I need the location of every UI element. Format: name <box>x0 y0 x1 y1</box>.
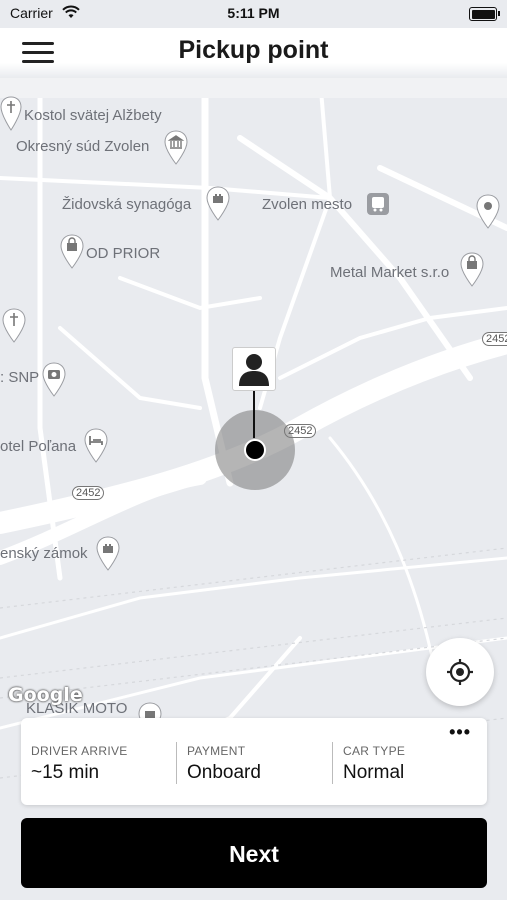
payment-info[interactable]: PAYMENT Onboard <box>187 744 261 784</box>
driver-arrive-caption: DRIVER ARRIVE <box>31 744 128 758</box>
church-pin-icon <box>2 308 26 343</box>
synagogue-pin-icon <box>206 186 230 221</box>
pickup-radius <box>215 410 295 490</box>
battery-icon <box>469 7 500 21</box>
divider <box>332 742 333 784</box>
map-label-polana: otel Poľana <box>0 438 77 455</box>
map-label-zamok: enský zámok <box>0 545 88 562</box>
train-station-icon <box>367 193 389 215</box>
map-label-metal-market: Metal Market s.r.o <box>330 264 450 281</box>
my-location-button[interactable] <box>426 638 494 706</box>
divider <box>176 742 177 784</box>
pickup-marker[interactable] <box>232 347 276 391</box>
car-type-value: Normal <box>343 762 405 783</box>
map-label-zvolen-mesto: Zvolen mesto <box>262 196 353 213</box>
crosshair-icon <box>447 659 473 685</box>
pickup-location-dot <box>244 439 266 461</box>
map-label-kostol: Kostol svätej Alžbety <box>24 107 162 124</box>
google-logo: Google <box>8 684 83 706</box>
map-label-od-prior: OD PRIOR <box>86 245 161 262</box>
shopping-pin-icon <box>60 234 84 269</box>
camera-pin-icon <box>42 362 66 397</box>
sports-pin-icon <box>476 194 500 229</box>
status-bar: Carrier 5:11 PM <box>0 0 507 28</box>
trip-info-card: ••• DRIVER ARRIVE ~15 min PAYMENT Onboar… <box>21 718 487 805</box>
road-shield: 2452 <box>482 332 507 346</box>
driver-arrive-info: DRIVER ARRIVE ~15 min <box>31 744 128 784</box>
map-label-synagoga: Židovská synagóga <box>62 196 192 213</box>
next-button[interactable]: Next <box>21 818 487 888</box>
hotel-pin-icon <box>84 428 108 463</box>
church-pin-icon <box>0 96 22 131</box>
shopping-pin-icon <box>460 252 484 287</box>
page-title: Pickup point <box>178 36 329 64</box>
pickup-marker-stick <box>253 390 255 438</box>
road-shield: 2452 <box>72 486 105 500</box>
person-icon <box>239 354 269 386</box>
courthouse-pin-icon <box>164 130 188 165</box>
more-options-button[interactable]: ••• <box>449 722 471 743</box>
payment-value: Onboard <box>187 762 261 783</box>
castle-pin-icon <box>96 536 120 571</box>
nav-bar: Pickup point <box>0 28 507 78</box>
car-type-info[interactable]: CAR TYPE Normal <box>343 744 405 784</box>
payment-caption: PAYMENT <box>187 744 246 758</box>
car-type-caption: CAR TYPE <box>343 744 406 758</box>
map-label-snp: : SNP <box>0 369 40 386</box>
clock: 5:11 PM <box>227 5 280 21</box>
map-label-sud: Okresný súd Zvolen <box>16 138 150 155</box>
driver-arrive-value: ~15 min <box>31 762 100 783</box>
